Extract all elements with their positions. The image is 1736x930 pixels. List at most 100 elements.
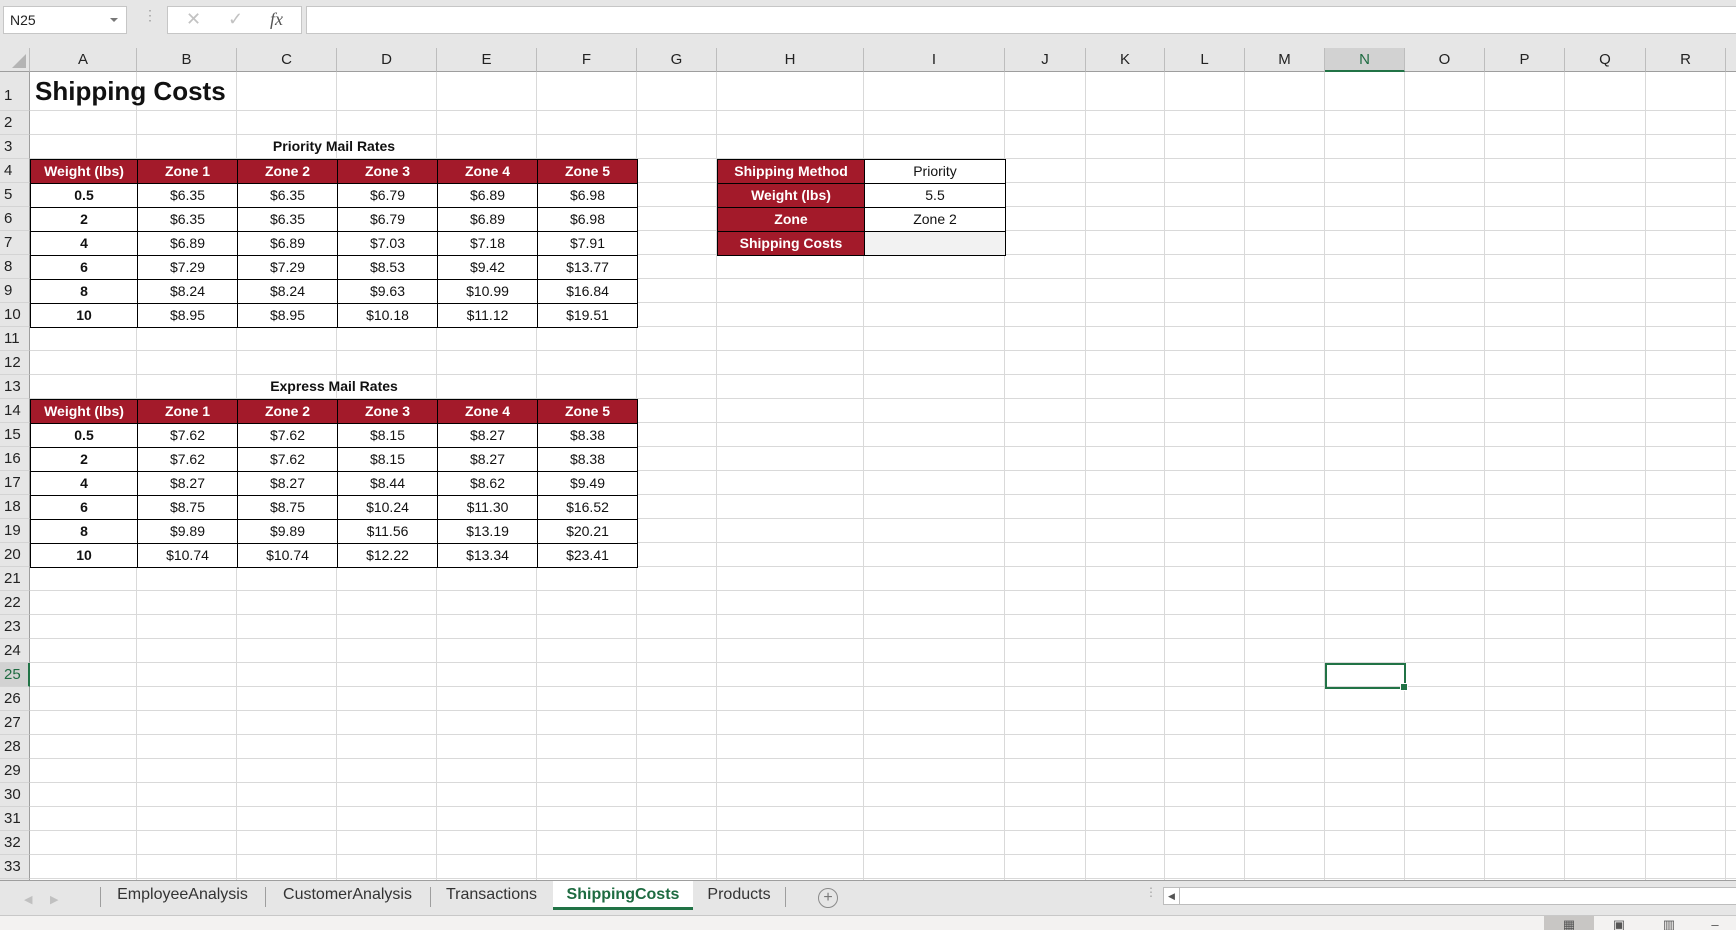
row-header-23[interactable]: 23 (0, 615, 30, 639)
row-header-6[interactable]: 6 (0, 207, 30, 231)
express-rate-cell[interactable]: $20.21 (537, 519, 638, 544)
row-header-25[interactable]: 25 (0, 663, 30, 687)
priority-weight-cell[interactable]: 2 (30, 207, 138, 232)
column-header-h[interactable]: H (717, 48, 864, 72)
scroll-tabs-right-icon[interactable]: ▶ (50, 893, 58, 906)
priority-rate-cell[interactable]: $11.12 (437, 303, 538, 328)
row-header-31[interactable]: 31 (0, 807, 30, 831)
calculator-label[interactable]: Weight (lbs) (717, 183, 865, 208)
express-rate-cell[interactable]: $7.62 (237, 447, 338, 472)
express-rate-cell[interactable]: $23.41 (537, 543, 638, 568)
express-weight-cell[interactable]: 6 (30, 495, 138, 520)
tab-shippingcosts[interactable]: ShippingCosts (553, 881, 693, 910)
row-header-10[interactable]: 10 (0, 303, 30, 327)
express-rate-cell[interactable]: $8.27 (237, 471, 338, 496)
row-header-1[interactable]: 1 (0, 72, 30, 111)
express-rate-cell[interactable]: $9.89 (137, 519, 238, 544)
priority-weight-cell[interactable]: 0.5 (30, 183, 138, 208)
column-header-g[interactable]: G (637, 48, 717, 72)
priority-rate-cell[interactable]: $6.79 (337, 183, 438, 208)
row-header-18[interactable]: 18 (0, 495, 30, 519)
priority-rate-cell[interactable]: $9.63 (337, 279, 438, 304)
row-header-24[interactable]: 24 (0, 639, 30, 663)
active-cell-n25[interactable] (1325, 663, 1408, 691)
row-header-26[interactable]: 26 (0, 687, 30, 711)
scroll-tabs-left-icon[interactable]: ◀ (24, 893, 32, 906)
priority-header-cell[interactable]: Weight (lbs) (30, 159, 138, 184)
worksheet-grid[interactable]: ABCDEFGHIJKLMNOPQR 1 2 3 4 5 6 7 8 9 10 11 12 13 14 15… (0, 48, 1736, 880)
more-options-icon[interactable]: ⋮ (143, 8, 157, 30)
express-header-cell[interactable]: Zone 3 (337, 399, 438, 424)
express-rate-cell[interactable]: $8.38 (537, 423, 638, 448)
name-box[interactable]: N25 (3, 6, 127, 34)
priority-weight-cell[interactable]: 4 (30, 231, 138, 256)
priority-rate-cell[interactable]: $6.35 (137, 183, 238, 208)
express-rate-cell[interactable]: $7.62 (137, 423, 238, 448)
express-rate-cell[interactable]: $13.19 (437, 519, 538, 544)
priority-weight-cell[interactable]: 6 (30, 255, 138, 280)
calculator-value[interactable]: Priority (864, 159, 1006, 184)
tab-split-handle[interactable]: ⋮ (1145, 886, 1157, 898)
express-rate-cell[interactable]: $8.15 (337, 423, 438, 448)
chevron-down-icon[interactable] (110, 18, 118, 22)
column-header-e[interactable]: E (437, 48, 537, 72)
column-header-m[interactable]: M (1245, 48, 1325, 72)
column-header-c[interactable]: C (237, 48, 337, 72)
priority-rate-cell[interactable]: $19.51 (537, 303, 638, 328)
insert-function-icon[interactable]: fx (270, 9, 283, 30)
row-header-20[interactable]: 20 (0, 543, 30, 567)
priority-rate-cell[interactable]: $10.99 (437, 279, 538, 304)
express-rate-cell[interactable]: $8.15 (337, 447, 438, 472)
priority-weight-cell[interactable]: 10 (30, 303, 138, 328)
row-header-7[interactable]: 7 (0, 231, 30, 255)
row-header-19[interactable]: 19 (0, 519, 30, 543)
priority-rate-cell[interactable]: $6.89 (437, 207, 538, 232)
express-rate-cell[interactable]: $8.75 (237, 495, 338, 520)
express-rate-cell[interactable]: $9.49 (537, 471, 638, 496)
priority-rate-cell[interactable]: $6.89 (437, 183, 538, 208)
column-header-d[interactable]: D (337, 48, 437, 72)
calculator-label[interactable]: Shipping Method (717, 159, 865, 184)
column-header-q[interactable]: Q (1565, 48, 1646, 72)
row-header-32[interactable]: 32 (0, 831, 30, 855)
priority-rate-cell[interactable]: $8.24 (237, 279, 338, 304)
priority-header-cell[interactable]: Zone 4 (437, 159, 538, 184)
select-all-button[interactable] (0, 48, 30, 72)
row-header-33[interactable]: 33 (0, 855, 30, 879)
column-header-s[interactable] (1726, 48, 1736, 72)
express-rate-cell[interactable]: $12.22 (337, 543, 438, 568)
express-rate-cell[interactable]: $8.27 (437, 423, 538, 448)
sheet-title[interactable]: Shipping Costs (31, 72, 331, 111)
enter-icon[interactable]: ✓ (228, 9, 243, 30)
row-header-12[interactable]: 12 (0, 351, 30, 375)
priority-rate-cell[interactable]: $9.42 (437, 255, 538, 280)
tab-employeeanalysis[interactable]: EmployeeAnalysis (100, 881, 265, 910)
express-rate-cell[interactable]: $10.74 (237, 543, 338, 568)
row-header-29[interactable]: 29 (0, 759, 30, 783)
priority-table-caption[interactable]: Priority Mail Rates (31, 135, 637, 159)
calculator-value[interactable]: Zone 2 (864, 207, 1006, 232)
express-rate-cell[interactable]: $7.62 (137, 447, 238, 472)
priority-header-cell[interactable]: Zone 1 (137, 159, 238, 184)
row-header-17[interactable]: 17 (0, 471, 30, 495)
column-header-f[interactable]: F (537, 48, 637, 72)
calculator-label[interactable]: Zone (717, 207, 865, 232)
formula-input[interactable] (306, 6, 1736, 34)
express-rate-cell[interactable]: $8.27 (437, 447, 538, 472)
column-header-o[interactable]: O (1405, 48, 1485, 72)
column-header-r[interactable]: R (1646, 48, 1726, 72)
column-header-i[interactable]: I (864, 48, 1005, 72)
fill-handle[interactable] (1400, 683, 1408, 691)
row-header-9[interactable]: 9 (0, 279, 30, 303)
express-rate-cell[interactable]: $10.74 (137, 543, 238, 568)
priority-rate-cell[interactable]: $8.53 (337, 255, 438, 280)
column-header-k[interactable]: K (1086, 48, 1165, 72)
cancel-icon[interactable]: ✕ (186, 9, 201, 30)
express-weight-cell[interactable]: 0.5 (30, 423, 138, 448)
priority-rate-cell[interactable]: $7.91 (537, 231, 638, 256)
express-table-caption[interactable]: Express Mail Rates (31, 375, 637, 399)
calculator-label[interactable]: Shipping Costs (717, 231, 865, 256)
row-header-5[interactable]: 5 (0, 183, 30, 207)
row-header-15[interactable]: 15 (0, 423, 30, 447)
express-weight-cell[interactable]: 2 (30, 447, 138, 472)
